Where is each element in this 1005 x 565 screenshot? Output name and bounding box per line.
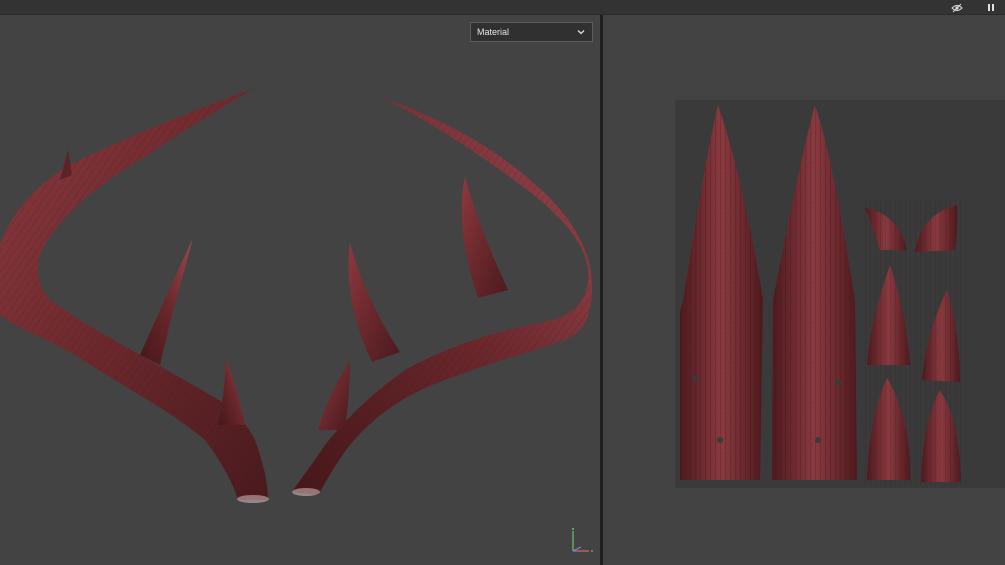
top-toolbar xyxy=(0,0,1005,15)
pause-icon[interactable] xyxy=(983,0,999,15)
uv-island-large-2 xyxy=(772,105,857,480)
uv-texture-sheet xyxy=(675,100,1005,488)
viewport-2d[interactable] xyxy=(603,15,1005,565)
xyz-axis-gizmo-icon xyxy=(572,528,593,552)
antler-model xyxy=(0,88,593,503)
texture-app: Material xyxy=(0,0,1005,565)
chevron-down-icon xyxy=(577,30,585,35)
viewport-3d[interactable]: Material xyxy=(0,15,600,565)
right-antler xyxy=(292,98,593,496)
shading-mode-value: Material xyxy=(477,27,510,37)
uv-islands xyxy=(680,105,963,485)
shading-mode-dropdown[interactable]: Material xyxy=(470,22,593,42)
uv-island-large-1 xyxy=(680,105,763,480)
uv-island-small-group xyxy=(863,200,963,485)
hide-eye-icon[interactable] xyxy=(949,0,965,15)
left-antler xyxy=(0,88,269,503)
